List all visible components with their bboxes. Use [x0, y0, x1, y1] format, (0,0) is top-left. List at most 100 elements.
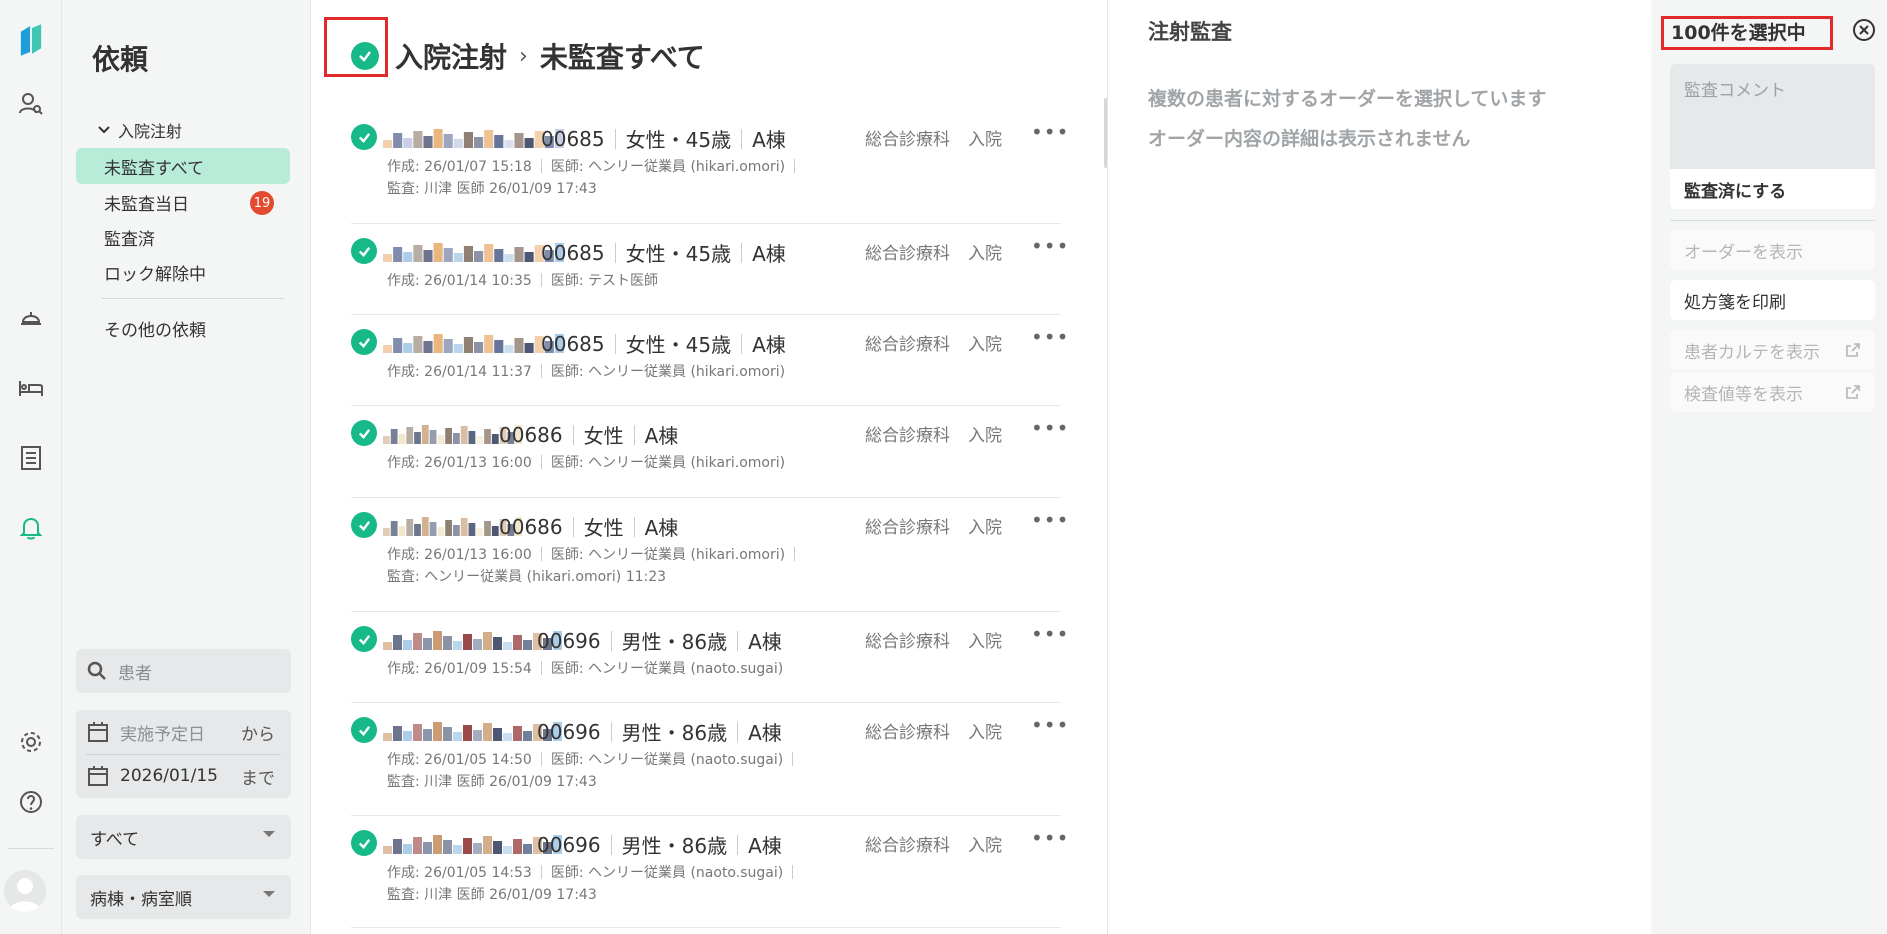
- order-row[interactable]: 00685 女性・45歳 A棟 総合診療科 入院 ••• 作成: 26/01/1…: [351, 224, 1068, 315]
- more-options-icon[interactable]: •••: [1031, 325, 1069, 349]
- order-meta: 作成: 26/01/13 16:00 医師: ヘンリー従業員 (hikari.o…: [387, 544, 804, 564]
- patient-ward: A棟: [644, 516, 679, 540]
- row-check-icon[interactable]: [351, 329, 377, 355]
- audit-text: 監査: 川津 医師 26/01/09 17:43: [387, 887, 597, 903]
- ordering-doctor: 医師: テスト医師: [550, 273, 659, 289]
- sidebar-item-audited[interactable]: 監査済: [76, 219, 290, 255]
- app-logo-icon[interactable]: [0, 20, 62, 60]
- calendar-icon: [88, 766, 108, 786]
- show-test-results-button[interactable]: 検査値等を表示: [1670, 372, 1875, 412]
- action-panel: 100件を選択中 監査コメント 監査済にする オーダーを表示 処方箋を印刷 患者…: [1651, 0, 1887, 934]
- avatar[interactable]: [4, 870, 46, 912]
- order-row[interactable]: 00685 女性・45歳 A棟 総合診療科 入院 ••• 作成: 26/01/1…: [351, 315, 1068, 406]
- rail-divider: [8, 848, 54, 849]
- search-placeholder: 患者: [118, 663, 152, 684]
- help-icon[interactable]: [0, 782, 62, 822]
- external-link-icon: [1846, 343, 1860, 357]
- print-prescription-button[interactable]: 処方箋を印刷: [1670, 280, 1875, 320]
- audit-comment-input[interactable]: 監査コメント: [1670, 64, 1875, 169]
- patient-id: 00685: [541, 331, 605, 356]
- ordering-doctor: 医師: ヘンリー従業員 (hikari.omori): [550, 455, 786, 471]
- created-at: 作成: 26/01/13 16:00: [387, 547, 532, 563]
- department: 総合診療科: [865, 426, 950, 446]
- patient-gender-age: 男性・86歳: [621, 834, 728, 858]
- sidebar-title: 依頼: [92, 43, 149, 76]
- patient-id: 00685: [541, 126, 605, 151]
- patient-id: 00696: [537, 719, 601, 744]
- row-check-icon[interactable]: [351, 238, 377, 264]
- ordering-doctor: 医師: ヘンリー従業員 (hikari.omori): [550, 364, 786, 380]
- audit-info: 監査: 川津 医師 26/01/09 17:43: [387, 771, 597, 791]
- more-options-icon[interactable]: •••: [1031, 120, 1069, 144]
- action-divider: [1670, 220, 1875, 221]
- show-order-button[interactable]: オーダーを表示: [1670, 230, 1875, 270]
- date-range-filter: 実施予定日 から 2026/01/15 まで: [76, 710, 291, 798]
- row-check-icon[interactable]: [351, 717, 377, 743]
- order-row[interactable]: 00696 男性・86歳 A棟 総合診療科 入院 ••• 作成: 26/01/0…: [351, 703, 1068, 816]
- date-to-field[interactable]: 2026/01/15 まで: [76, 754, 291, 798]
- mark-audited-button[interactable]: 監査済にする: [1670, 169, 1875, 209]
- sidebar-item-unlocked[interactable]: ロック解除中: [76, 254, 290, 290]
- breadcrumb-parent[interactable]: 入院注射: [395, 36, 507, 76]
- row-check-icon[interactable]: [351, 626, 377, 652]
- row-check-icon[interactable]: [351, 830, 377, 856]
- patient-id: 00686: [499, 514, 563, 539]
- row-check-icon[interactable]: [351, 124, 377, 150]
- show-patient-chart-button[interactable]: 患者カルテを表示: [1670, 330, 1875, 370]
- admission-type: 入院: [968, 632, 1002, 652]
- order-row[interactable]: 00696 男性・86歳 A棟 総合診療科 入院 ••• 作成: 26/01/0…: [351, 816, 1068, 928]
- more-options-icon[interactable]: •••: [1031, 234, 1069, 258]
- patient-id: 00696: [537, 832, 601, 857]
- patient-summary: 00686 女性 A棟: [499, 420, 678, 449]
- close-icon[interactable]: [1852, 18, 1876, 42]
- date-from-field[interactable]: 実施予定日 から: [76, 710, 291, 754]
- created-at: 作成: 26/01/13 16:00: [387, 455, 532, 471]
- patient-gender-age: 女性: [583, 424, 624, 448]
- records-list-icon[interactable]: [0, 438, 62, 478]
- notification-bell-icon[interactable]: [0, 508, 62, 548]
- patient-search-icon[interactable]: [0, 84, 62, 124]
- highlight-box-selected-count: [1661, 16, 1833, 50]
- order-row[interactable]: 00696 男性・86歳 A棟 総合診療科 入院 ••• 作成: 26/01/0…: [351, 612, 1068, 703]
- patient-gender-age: 女性・45歳: [625, 242, 732, 266]
- sidebar-item-unaudited-today[interactable]: 未監査当日 19: [76, 184, 290, 220]
- sidebar-item-other-requests[interactable]: その他の依頼: [76, 310, 290, 346]
- sidebar-item-label: 未監査すべて: [104, 158, 205, 179]
- patient-gender-age: 女性・45歳: [625, 128, 732, 152]
- more-options-icon[interactable]: •••: [1031, 622, 1069, 646]
- sidebar-item-unaudited-all[interactable]: 未監査すべて: [76, 148, 290, 184]
- patient-name-redacted: [383, 243, 564, 262]
- more-options-icon[interactable]: •••: [1031, 416, 1069, 440]
- row-check-icon[interactable]: [351, 512, 377, 538]
- patient-id: 00696: [537, 628, 601, 653]
- order-row[interactable]: 00685 女性・45歳 A棟 総合診療科 入院 ••• 作成: 26/01/0…: [351, 110, 1068, 224]
- patient-name-redacted: [383, 631, 562, 650]
- no-detail-message: オーダー内容の詳細は表示されません: [1148, 128, 1471, 150]
- patient-gender-age: 男性・86歳: [621, 630, 728, 654]
- count-badge: 19: [250, 191, 274, 215]
- ordering-doctor: 医師: ヘンリー従業員 (hikari.omori): [550, 159, 786, 175]
- reception-bell-icon[interactable]: [0, 298, 62, 338]
- sort-order-select[interactable]: 病棟・病室順: [76, 875, 291, 919]
- more-options-icon[interactable]: •••: [1031, 508, 1069, 532]
- more-options-icon[interactable]: •••: [1031, 826, 1069, 850]
- department: 総合診療科: [865, 518, 950, 538]
- order-row[interactable]: 00686 女性 A棟 総合診療科 入院 ••• 作成: 26/01/13 16…: [351, 406, 1068, 498]
- patient-name-redacted: [383, 835, 562, 854]
- status-filter-select[interactable]: すべて: [76, 815, 291, 859]
- sidebar-item-label: その他の依頼: [104, 320, 206, 341]
- comment-placeholder: 監査コメント: [1684, 81, 1786, 101]
- department: 総合診療科: [865, 836, 950, 856]
- sidebar-group-label: 入院注射: [118, 122, 183, 141]
- row-check-icon[interactable]: [351, 420, 377, 446]
- ordering-doctor: 医師: ヘンリー従業員 (naoto.sugai): [550, 752, 784, 768]
- date-from-suffix: から: [241, 724, 275, 745]
- settings-gear-icon[interactable]: [0, 722, 62, 762]
- patient-id: 00686: [499, 422, 563, 447]
- sidebar-group-inpatient-injection[interactable]: 入院注射: [98, 118, 182, 142]
- order-meta: 作成: 26/01/13 16:00 医師: ヘンリー従業員 (hikari.o…: [387, 452, 785, 472]
- order-row[interactable]: 00686 女性 A棟 総合診療科 入院 ••• 作成: 26/01/13 16…: [351, 498, 1068, 612]
- bed-icon[interactable]: [0, 368, 62, 408]
- patient-search-input[interactable]: 患者: [76, 649, 291, 693]
- more-options-icon[interactable]: •••: [1031, 713, 1069, 737]
